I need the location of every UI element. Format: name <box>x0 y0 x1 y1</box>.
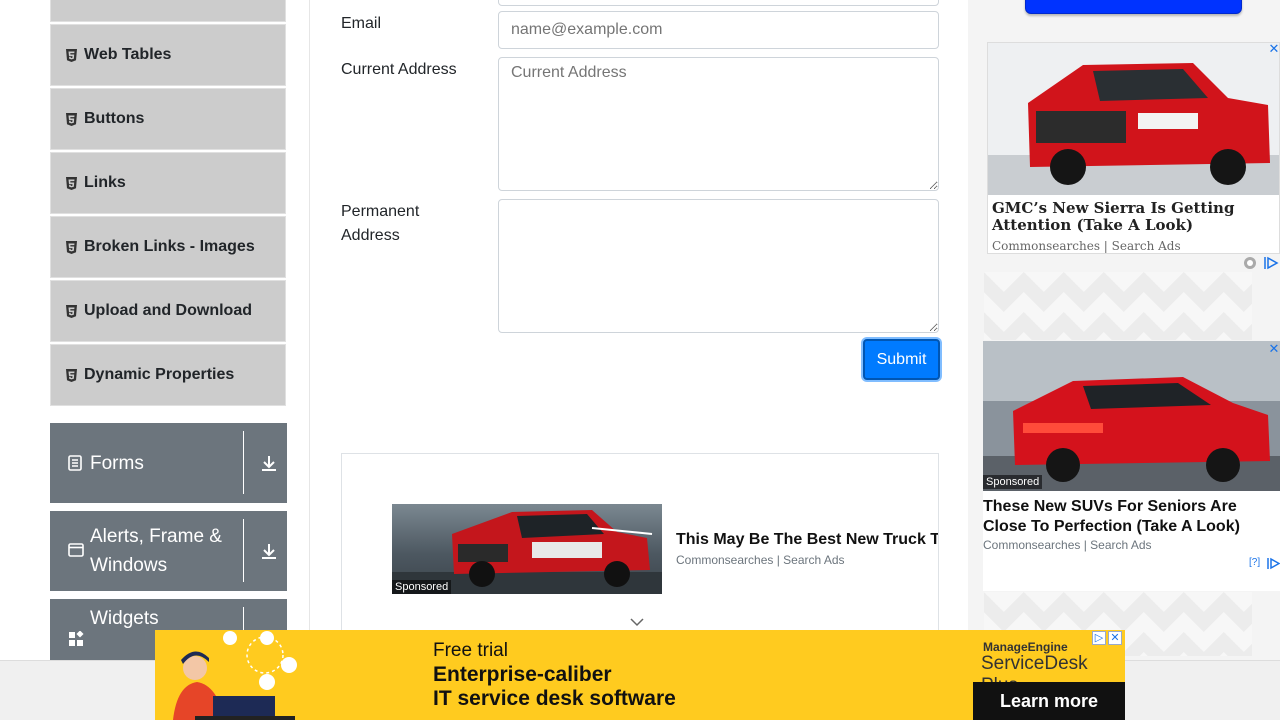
close-icon[interactable]: ✕ <box>1108 631 1122 645</box>
adchoices-icon[interactable]: ▷ <box>1092 631 1106 645</box>
widgets-icon <box>68 631 84 647</box>
sidebar-item-upload-download[interactable]: Upload and Download <box>50 280 286 342</box>
sidebar-item-label: Upload and Download <box>84 302 252 319</box>
sidebar-item-web-tables[interactable]: Web Tables <box>50 24 286 86</box>
ad-help-link[interactable]: [?] <box>1249 557 1260 568</box>
illustration-picture <box>173 631 297 720</box>
previous-input[interactable] <box>498 0 939 6</box>
current-address-textarea[interactable] <box>498 57 939 191</box>
chevron-down-icon[interactable] <box>630 614 644 627</box>
truck-ad-image[interactable]: Sponsored <box>392 504 662 594</box>
sidebar-item-dynamic-properties[interactable]: Dynamic Properties <box>50 344 286 406</box>
ad-source: Commonsearches | Search Ads <box>676 553 845 567</box>
sidebar-item-buttons[interactable]: Buttons <box>50 88 286 150</box>
html5-icon <box>65 112 77 126</box>
bottom-banner-ad[interactable]: Free trial Enterprise-caliber IT service… <box>155 630 1125 720</box>
right-ad-card-1[interactable]: GMC’s New Sierra Is Getting Attention (T… <box>987 42 1280 254</box>
banner-line1: Free trial <box>433 640 508 661</box>
permanent-address-textarea[interactable] <box>498 199 939 333</box>
permanent-address-label: Permanent Address <box>341 203 420 244</box>
suv-picture <box>983 341 1280 491</box>
current-address-label: Current Address <box>341 61 457 78</box>
learn-more-button[interactable]: Learn more <box>973 682 1125 720</box>
email-field[interactable] <box>498 11 939 49</box>
sponsored-label: Sponsored <box>983 475 1043 489</box>
html5-icon <box>65 304 77 318</box>
ad-headline-link[interactable]: This May Be The Best New Truck This Year <box>676 531 938 549</box>
sidebar-group-forms[interactable]: Forms <box>50 423 287 503</box>
sidebar-item-links[interactable]: Links <box>50 152 286 214</box>
download-icon[interactable] <box>260 453 278 473</box>
ad-pattern-background <box>984 272 1252 340</box>
html5-icon <box>65 368 77 382</box>
ad-source: Commonsearches | Search Ads <box>983 538 1152 552</box>
group-label: Widgets <box>90 607 159 629</box>
submit-button[interactable]: Submit <box>863 339 940 380</box>
ad-title[interactable]: GMC’s New Sierra Is Getting Attention (T… <box>992 200 1277 234</box>
group-divider <box>243 431 244 494</box>
banner-line3: IT service desk software <box>433 687 676 710</box>
gmc-truck-picture <box>988 43 1279 195</box>
banner-line2: Enterprise-caliber <box>433 663 612 686</box>
sponsored-label: Sponsored <box>392 580 452 594</box>
banner-brand-logo: ManageEngine <box>983 640 1068 654</box>
group-divider <box>243 519 244 582</box>
window-icon <box>68 543 84 559</box>
close-icon[interactable]: ✕ <box>1268 342 1280 355</box>
sidebar-item-label: Links <box>84 174 126 191</box>
html5-icon <box>65 176 77 190</box>
sidebar-item-label: Web Tables <box>84 46 172 63</box>
ad-title[interactable]: These New SUVs For Seniors Are Close To … <box>983 497 1273 537</box>
email-label: Email <box>341 15 382 32</box>
close-icon[interactable]: ✕ <box>1268 42 1280 55</box>
play-icon[interactable] <box>1267 557 1280 570</box>
download-icon[interactable] <box>260 541 278 561</box>
group-label: Forms <box>90 452 144 474</box>
document-icon <box>68 455 84 471</box>
play-icon[interactable] <box>1263 256 1279 270</box>
page: Web Tables Buttons Links Broken Links - … <box>0 0 1280 720</box>
sidebar-group-alerts[interactable]: Alerts, Frame & Windows <box>50 511 287 591</box>
sidebar-item-broken-links[interactable]: Broken Links - Images <box>50 216 286 278</box>
sidebar-item-label: Broken Links - Images <box>84 238 255 255</box>
group-label: Alerts, Frame & Windows <box>90 526 222 576</box>
html5-icon <box>65 48 77 62</box>
adchoices-icon[interactable] <box>1243 256 1257 270</box>
sidebar-item-previous[interactable] <box>50 0 286 22</box>
sidebar-item-label: Buttons <box>84 110 145 127</box>
html5-icon <box>65 240 77 254</box>
sidebar-item-label: Dynamic Properties <box>84 366 235 383</box>
right-ad-card-2[interactable]: Sponsored These New SUVs For Seniors Are… <box>983 341 1280 591</box>
top-ad-button[interactable] <box>1025 0 1242 14</box>
ad-source: Commonsearches | Search Ads <box>992 239 1181 253</box>
